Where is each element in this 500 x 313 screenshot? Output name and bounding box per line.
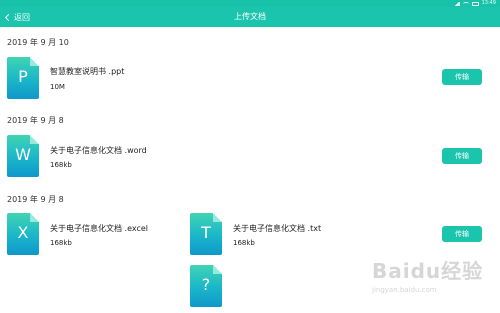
status-bar: 13:49: [0, 0, 500, 7]
wifi-icon: [462, 1, 469, 6]
unknown-file-icon[interactable]: ?: [190, 265, 222, 307]
transfer-button[interactable]: 传输: [442, 226, 482, 242]
status-icons: 13:49: [453, 0, 496, 7]
battery-icon: [471, 1, 479, 6]
transfer-button[interactable]: 传输: [442, 148, 482, 164]
watermark-url: jingyan.baidu.com: [372, 286, 437, 294]
file-size: 168kb: [50, 161, 72, 169]
file-name: 关于电子信息化文档 .excel: [50, 224, 149, 233]
file-size: 168kb: [233, 239, 255, 247]
signal-icon: [453, 1, 460, 6]
title-bar: 返回 上传文档: [0, 7, 500, 27]
ppt-file-icon[interactable]: P: [7, 57, 39, 99]
date-header: 2019 年 9 月 8: [7, 195, 64, 204]
date-header: 2019 年 9 月 8: [7, 116, 64, 125]
date-header: 2019 年 9 月 10: [7, 38, 69, 47]
file-type-letter: T: [201, 223, 211, 242]
file-size: 168kb: [50, 239, 72, 247]
file-name: 智慧教室说明书 .ppt: [50, 67, 125, 76]
watermark-logo: Baidu经验: [372, 259, 484, 283]
file-name: 关于电子信息化文档 .txt: [233, 224, 322, 233]
file-size: 10M: [50, 83, 65, 91]
watermark: Baidu经验 jingyan.baidu.com: [372, 255, 492, 303]
txt-file-icon[interactable]: T: [190, 213, 222, 255]
file-type-letter: W: [15, 145, 31, 164]
word-file-icon[interactable]: W: [7, 135, 39, 177]
transfer-button[interactable]: 传输: [442, 69, 482, 85]
excel-file-icon[interactable]: X: [7, 213, 39, 255]
status-time: 13:49: [481, 0, 496, 6]
file-type-letter: P: [18, 67, 28, 86]
file-name: 关于电子信息化文档 .word: [50, 146, 147, 155]
file-type-letter: ?: [201, 275, 211, 294]
app-window: 13:49 返回 上传文档 2019 年 9 月 10 P 智慧教室说明书 .p…: [0, 0, 500, 313]
file-type-letter: X: [17, 223, 29, 242]
page-title: 上传文档: [234, 12, 266, 21]
